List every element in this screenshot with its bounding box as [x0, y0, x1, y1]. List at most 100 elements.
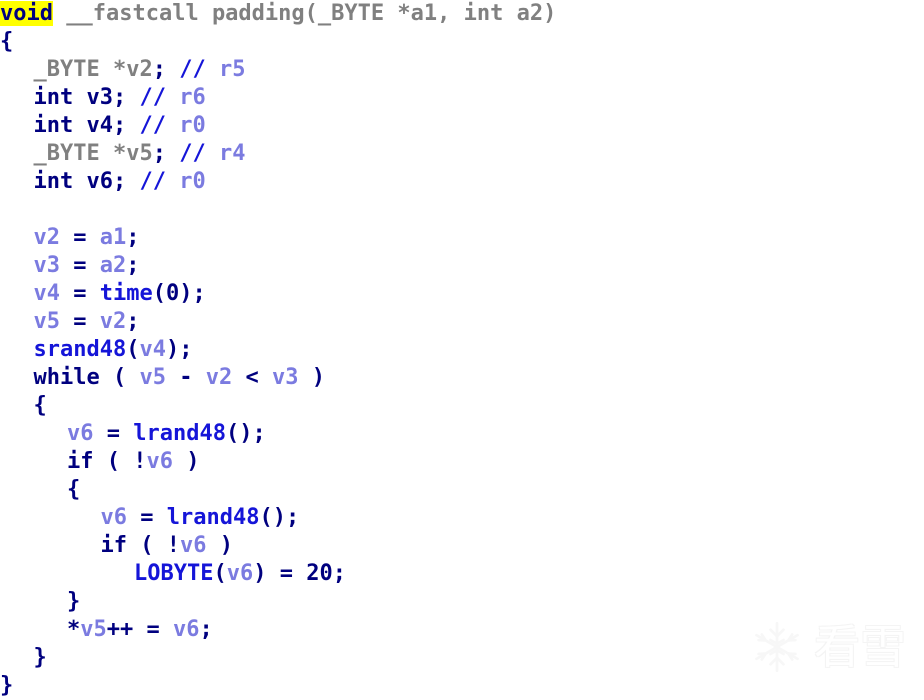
token-arg[interactable]: a2: [517, 1, 544, 26]
token-reg[interactable]: r6: [179, 85, 206, 110]
token-type[interactable]: int: [464, 1, 504, 26]
token-comment[interactable]: //: [140, 169, 167, 194]
token-punct[interactable]: =: [127, 505, 167, 530]
token-punct[interactable]: (: [213, 561, 226, 586]
token-var[interactable]: v5: [139, 365, 166, 390]
token-punct[interactable]: <: [232, 365, 272, 390]
token-reg[interactable]: r0: [179, 169, 206, 194]
code-line[interactable]: [0, 196, 924, 224]
token-keyword[interactable]: v6: [87, 169, 114, 194]
code-line[interactable]: if ( !v6 ): [0, 448, 924, 476]
token-punct[interactable]: ();: [226, 421, 266, 446]
token-plain[interactable]: [166, 85, 179, 110]
code-line[interactable]: v5 = v2;: [0, 308, 924, 336]
token-punct[interactable]: ) =: [253, 561, 306, 586]
token-keyword[interactable]: v4: [87, 113, 114, 138]
code-line[interactable]: v6 = lrand48();: [0, 504, 924, 532]
token-punct[interactable]: ;: [113, 85, 126, 110]
code-line[interactable]: int v4; // r0: [0, 112, 924, 140]
token-punct[interactable]: ++ =: [107, 617, 173, 642]
token-plain[interactable]: [206, 141, 219, 166]
token-var[interactable]: v6: [180, 533, 207, 558]
token-var[interactable]: v3: [34, 253, 61, 278]
token-reg[interactable]: r4: [219, 141, 246, 166]
code-line[interactable]: }: [0, 672, 924, 700]
token-reg[interactable]: r0: [179, 113, 206, 138]
token-punct[interactable]: ): [298, 365, 325, 390]
token-punct[interactable]: ( !: [94, 449, 147, 474]
token-type[interactable]: *: [100, 57, 126, 82]
token-func[interactable]: lrand48: [133, 421, 226, 446]
highlighted-token[interactable]: void: [0, 1, 53, 26]
token-punct[interactable]: ;: [126, 225, 139, 250]
token-punct[interactable]: =: [94, 421, 134, 446]
token-punct[interactable]: ): [173, 449, 199, 474]
token-var[interactable]: v3: [272, 365, 299, 390]
token-type[interactable]: [503, 1, 516, 26]
token-var[interactable]: v2: [100, 309, 127, 334]
token-plain[interactable]: [206, 57, 219, 82]
token-punct[interactable]: =: [60, 309, 100, 334]
token-plain[interactable]: [166, 141, 179, 166]
token-punct[interactable]: =: [60, 253, 100, 278]
code-line[interactable]: *v5++ = v6;: [0, 616, 924, 644]
token-keyword[interactable]: if: [101, 533, 128, 558]
code-line[interactable]: _BYTE *v5; // r4: [0, 140, 924, 168]
code-line[interactable]: srand48(v4);: [0, 336, 924, 364]
token-type[interactable]: v2: [126, 57, 153, 82]
token-type[interactable]: _BYTE: [318, 1, 384, 26]
token-plain[interactable]: [126, 113, 139, 138]
code-line[interactable]: {: [0, 392, 924, 420]
token-var[interactable]: v2: [34, 225, 61, 250]
token-punct[interactable]: );: [179, 281, 206, 306]
code-line-list[interactable]: void __fastcall padding(_BYTE *a1, int a…: [0, 0, 924, 700]
token-comment[interactable]: //: [140, 85, 167, 110]
token-var[interactable]: a2: [100, 253, 127, 278]
pseudocode-view[interactable]: void __fastcall padding(_BYTE *a1, int a…: [0, 0, 924, 700]
token-punct[interactable]: (: [100, 365, 140, 390]
code-line[interactable]: int v3; // r6: [0, 84, 924, 112]
token-punct[interactable]: ;: [153, 57, 166, 82]
code-line[interactable]: int v6; // r0: [0, 168, 924, 196]
token-plain[interactable]: [73, 85, 86, 110]
token-plain[interactable]: [166, 169, 179, 194]
token-var[interactable]: v6: [146, 449, 173, 474]
token-type[interactable]: _BYTE: [34, 57, 100, 82]
code-line[interactable]: v3 = a2;: [0, 252, 924, 280]
token-punct[interactable]: ;: [126, 253, 139, 278]
token-var[interactable]: a1: [100, 225, 127, 250]
token-punct[interactable]: ;: [113, 113, 126, 138]
token-type[interactable]: ): [543, 1, 556, 26]
token-punct[interactable]: ;: [113, 169, 126, 194]
token-func[interactable]: LOBYTE: [134, 561, 213, 586]
token-comment[interactable]: //: [179, 141, 206, 166]
token-punct[interactable]: {: [34, 393, 47, 418]
token-plain[interactable]: [73, 113, 86, 138]
token-number[interactable]: 0: [166, 281, 179, 306]
token-punct[interactable]: (: [126, 337, 139, 362]
token-var[interactable]: v6: [101, 505, 128, 530]
code-line[interactable]: v4 = time(0);: [0, 280, 924, 308]
token-type[interactable]: v5: [126, 141, 153, 166]
token-punct[interactable]: (: [153, 281, 166, 306]
code-line[interactable]: }: [0, 588, 924, 616]
token-func[interactable]: srand48: [34, 337, 127, 362]
token-comment[interactable]: //: [140, 113, 167, 138]
token-type[interactable]: _BYTE: [34, 141, 100, 166]
token-punct[interactable]: }: [34, 645, 47, 670]
token-keyword[interactable]: int: [34, 169, 74, 194]
token-plain[interactable]: [73, 169, 86, 194]
token-punct[interactable]: ): [206, 533, 233, 558]
token-punct[interactable]: );: [166, 337, 193, 362]
token-var[interactable]: v4: [139, 337, 166, 362]
token-plain[interactable]: [166, 113, 179, 138]
code-line[interactable]: if ( !v6 ): [0, 532, 924, 560]
code-line[interactable]: {: [0, 476, 924, 504]
token-func[interactable]: time: [100, 281, 153, 306]
token-type[interactable]: ,: [437, 1, 464, 26]
token-var[interactable]: v5: [80, 617, 107, 642]
code-line[interactable]: {: [0, 28, 924, 56]
token-plain[interactable]: [166, 57, 179, 82]
code-line[interactable]: v6 = lrand48();: [0, 420, 924, 448]
code-line[interactable]: _BYTE *v2; // r5: [0, 56, 924, 84]
